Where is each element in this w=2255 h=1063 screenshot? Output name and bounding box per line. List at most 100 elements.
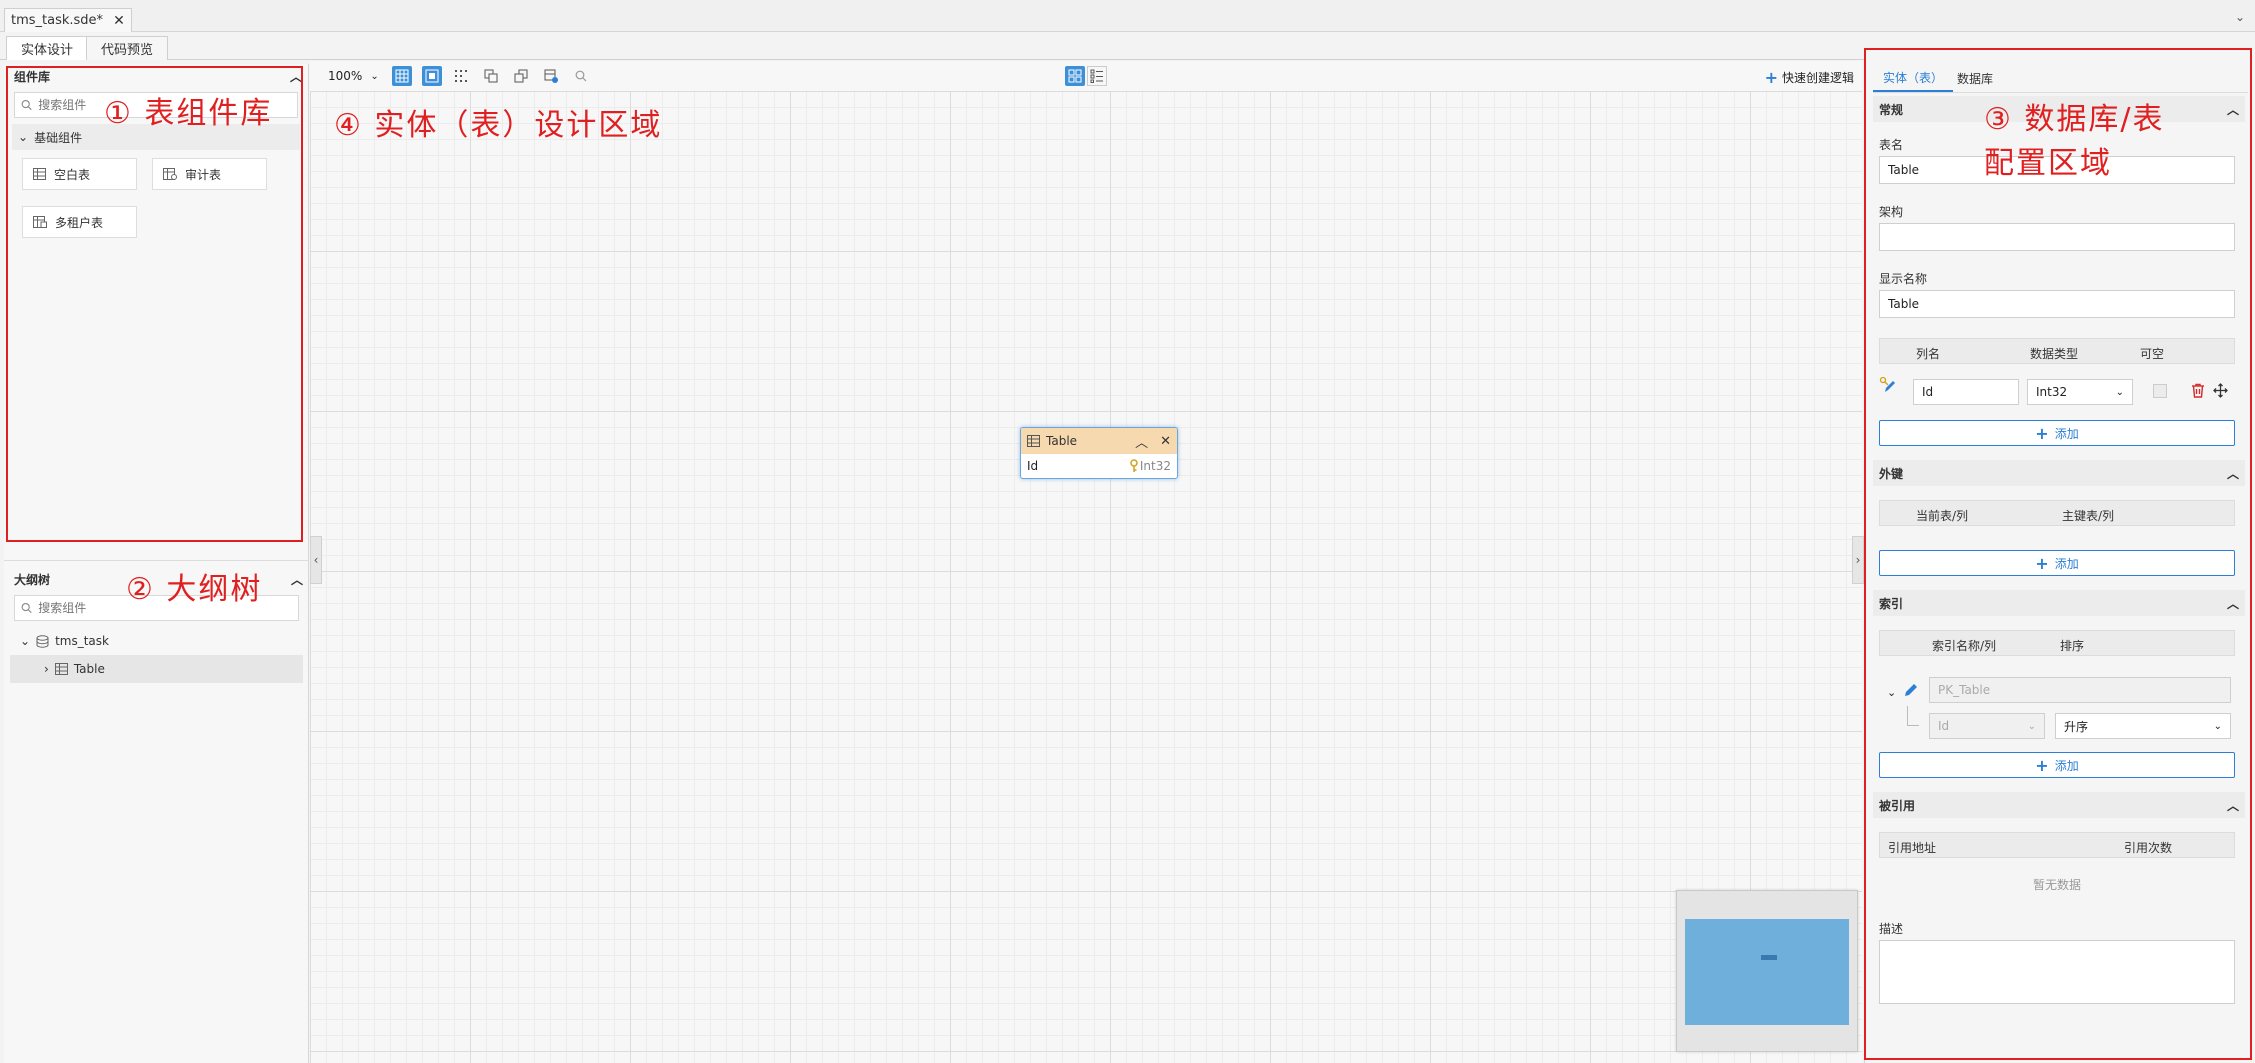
close-icon[interactable]: ✕ [113,13,125,29]
chevron-down-icon[interactable]: ⌄ [2235,10,2245,24]
minimap-viewport[interactable] [1685,919,1849,1025]
column-edit-icon[interactable] [1879,376,1897,397]
add-column-button[interactable]: + 添加 [1879,420,2235,446]
column-type-select[interactable]: Int32 ⌄ [2027,379,2133,405]
section-title: 索引 [1879,596,1904,611]
collapse-left-handle[interactable]: ‹ [310,536,322,584]
section-foreign-keys[interactable]: 外键 ︿ [1873,460,2245,486]
tab-entity-design[interactable]: 实体设计 [6,36,89,60]
tab-code-preview[interactable]: 代码预览 [86,36,169,60]
view-diagram-button[interactable] [1065,66,1085,86]
tree-node-root[interactable]: ⌄ tms_task [4,627,309,655]
key-edit-icon [1879,376,1895,392]
plus-icon: + [1764,68,1778,87]
display-name-label: 显示名称 [1879,272,1928,286]
column-header-name: 列名 [1916,347,1941,361]
grid-toggle-button[interactable] [392,66,412,86]
copy-button[interactable] [481,66,501,86]
grid-icon [395,69,409,83]
tab-database[interactable]: 数据库 [1947,64,2003,92]
key-icon [1130,459,1138,472]
document-tab[interactable]: tms_task.sde* ✕ [4,8,132,32]
entity-header[interactable]: Table ︿ ✕ [1021,428,1177,454]
table-icon [1027,435,1040,447]
tree-node-table[interactable]: › Table [10,655,303,683]
section-title: 常规 [1879,102,1904,117]
section-references[interactable]: 被引用 ︿ [1873,792,2245,818]
diagram-view-icon [1068,69,1082,83]
schema-input[interactable] [1879,223,2235,251]
add-table-button[interactable] [541,66,561,86]
component-label: 多租户表 [55,215,104,230]
add-fk-button[interactable]: + 添加 [1879,550,2235,576]
index-name-input[interactable]: PK_Table [1929,677,2231,703]
zoom-select[interactable]: 100% ⌄ [328,69,379,83]
entity-field-row[interactable]: Id Int32 [1021,454,1177,478]
chevron-up-icon[interactable]: ︿ [1135,432,1148,451]
display-name-input[interactable] [1879,290,2235,318]
add-index-button[interactable]: + 添加 [1879,752,2235,778]
section-indexes[interactable]: 索引 ︿ [1873,590,2245,616]
close-icon[interactable]: ✕ [1160,434,1171,449]
nullable-checkbox[interactable] [2153,384,2167,398]
component-audit-table[interactable]: 审计表 [152,158,267,190]
trash-icon [2192,383,2204,398]
annotation-library: ① 表组件库 [104,96,273,131]
tab-entity-table[interactable]: 实体（表） [1873,64,1954,92]
add-column-label: 添加 [2054,426,2079,441]
collapse-right-handle[interactable]: › [1852,536,1864,584]
ref-header-address: 引用地址 [1888,841,1937,855]
document-tab-bar: tms_task.sde* ✕ ⌄ [0,0,2255,32]
fk-header-current: 当前表/列 [1916,509,1969,523]
add-index-label: 添加 [2054,758,2079,773]
annotation-outline: ② 大纲树 [126,572,263,607]
paste-button[interactable] [511,66,531,86]
component-multitenant-table[interactable]: 多租户表 [22,206,137,238]
minimap[interactable] [1676,890,1858,1052]
fk-grid-header: 当前表/列 主键表/列 [1879,500,2235,526]
chevron-up-icon: ︿ [2226,102,2239,117]
index-edit-icon[interactable] [1903,682,1919,701]
index-order-select[interactable]: 升序 ⌄ [2055,713,2231,739]
database-icon [36,634,49,648]
description-input[interactable] [1879,940,2235,1004]
quick-create-button[interactable]: + 快速创建逻辑 [1765,68,1854,87]
entity-table[interactable]: Table ︿ ✕ Id Int32 [1020,427,1178,479]
column-name-input[interactable]: Id [1913,379,2019,405]
canvas-toolbar: 100% ⌄ + 快速创建逻辑 [310,61,1862,91]
fk-header-primary: 主键表/列 [2062,509,2115,523]
view-list-button[interactable] [1087,66,1107,86]
entity-title: Table [1046,434,1078,448]
chevron-up-icon: ︿ [2226,798,2239,813]
section-title: 被引用 [1879,798,1916,813]
table-add-icon [544,69,558,83]
design-canvas[interactable] [310,61,1862,1063]
index-column-value: Id [1938,719,1950,733]
tab-divider [1873,92,2248,93]
component-blank-table[interactable]: 空白表 [22,158,137,190]
delete-column-button[interactable] [2191,383,2205,401]
entity-field-name: Id [1027,459,1039,473]
dots-grid-icon [455,70,467,82]
tree-node-label: Table [73,662,105,676]
snap-toggle-button[interactable] [422,66,442,86]
section-title: 外键 [1879,466,1904,481]
tree-connector [1907,706,1919,726]
component-label: 审计表 [185,167,222,182]
dots-button[interactable] [451,66,471,86]
canvas-search-button[interactable] [571,66,591,86]
chevron-up-icon[interactable]: ︿ [290,68,302,85]
search-icon [21,602,32,614]
annotation-config-line2: 配置区域 [1984,146,2112,181]
minimap-entity [1761,955,1777,960]
index-column-select[interactable]: Id ⌄ [1929,713,2045,739]
ref-header-count: 引用次数 [2124,841,2173,855]
references-grid-header: 引用地址 引用次数 [1879,832,2235,858]
index-header-name: 索引名称/列 [1932,639,1997,653]
plus-icon: + [2035,553,2049,573]
move-column-button[interactable] [2213,383,2228,401]
schema-label: 架构 [1879,205,1904,219]
chevron-down-icon[interactable]: ⌄ [1887,686,1896,699]
index-order-value: 升序 [2064,719,2089,734]
chevron-up-icon[interactable]: ︿ [291,571,303,588]
